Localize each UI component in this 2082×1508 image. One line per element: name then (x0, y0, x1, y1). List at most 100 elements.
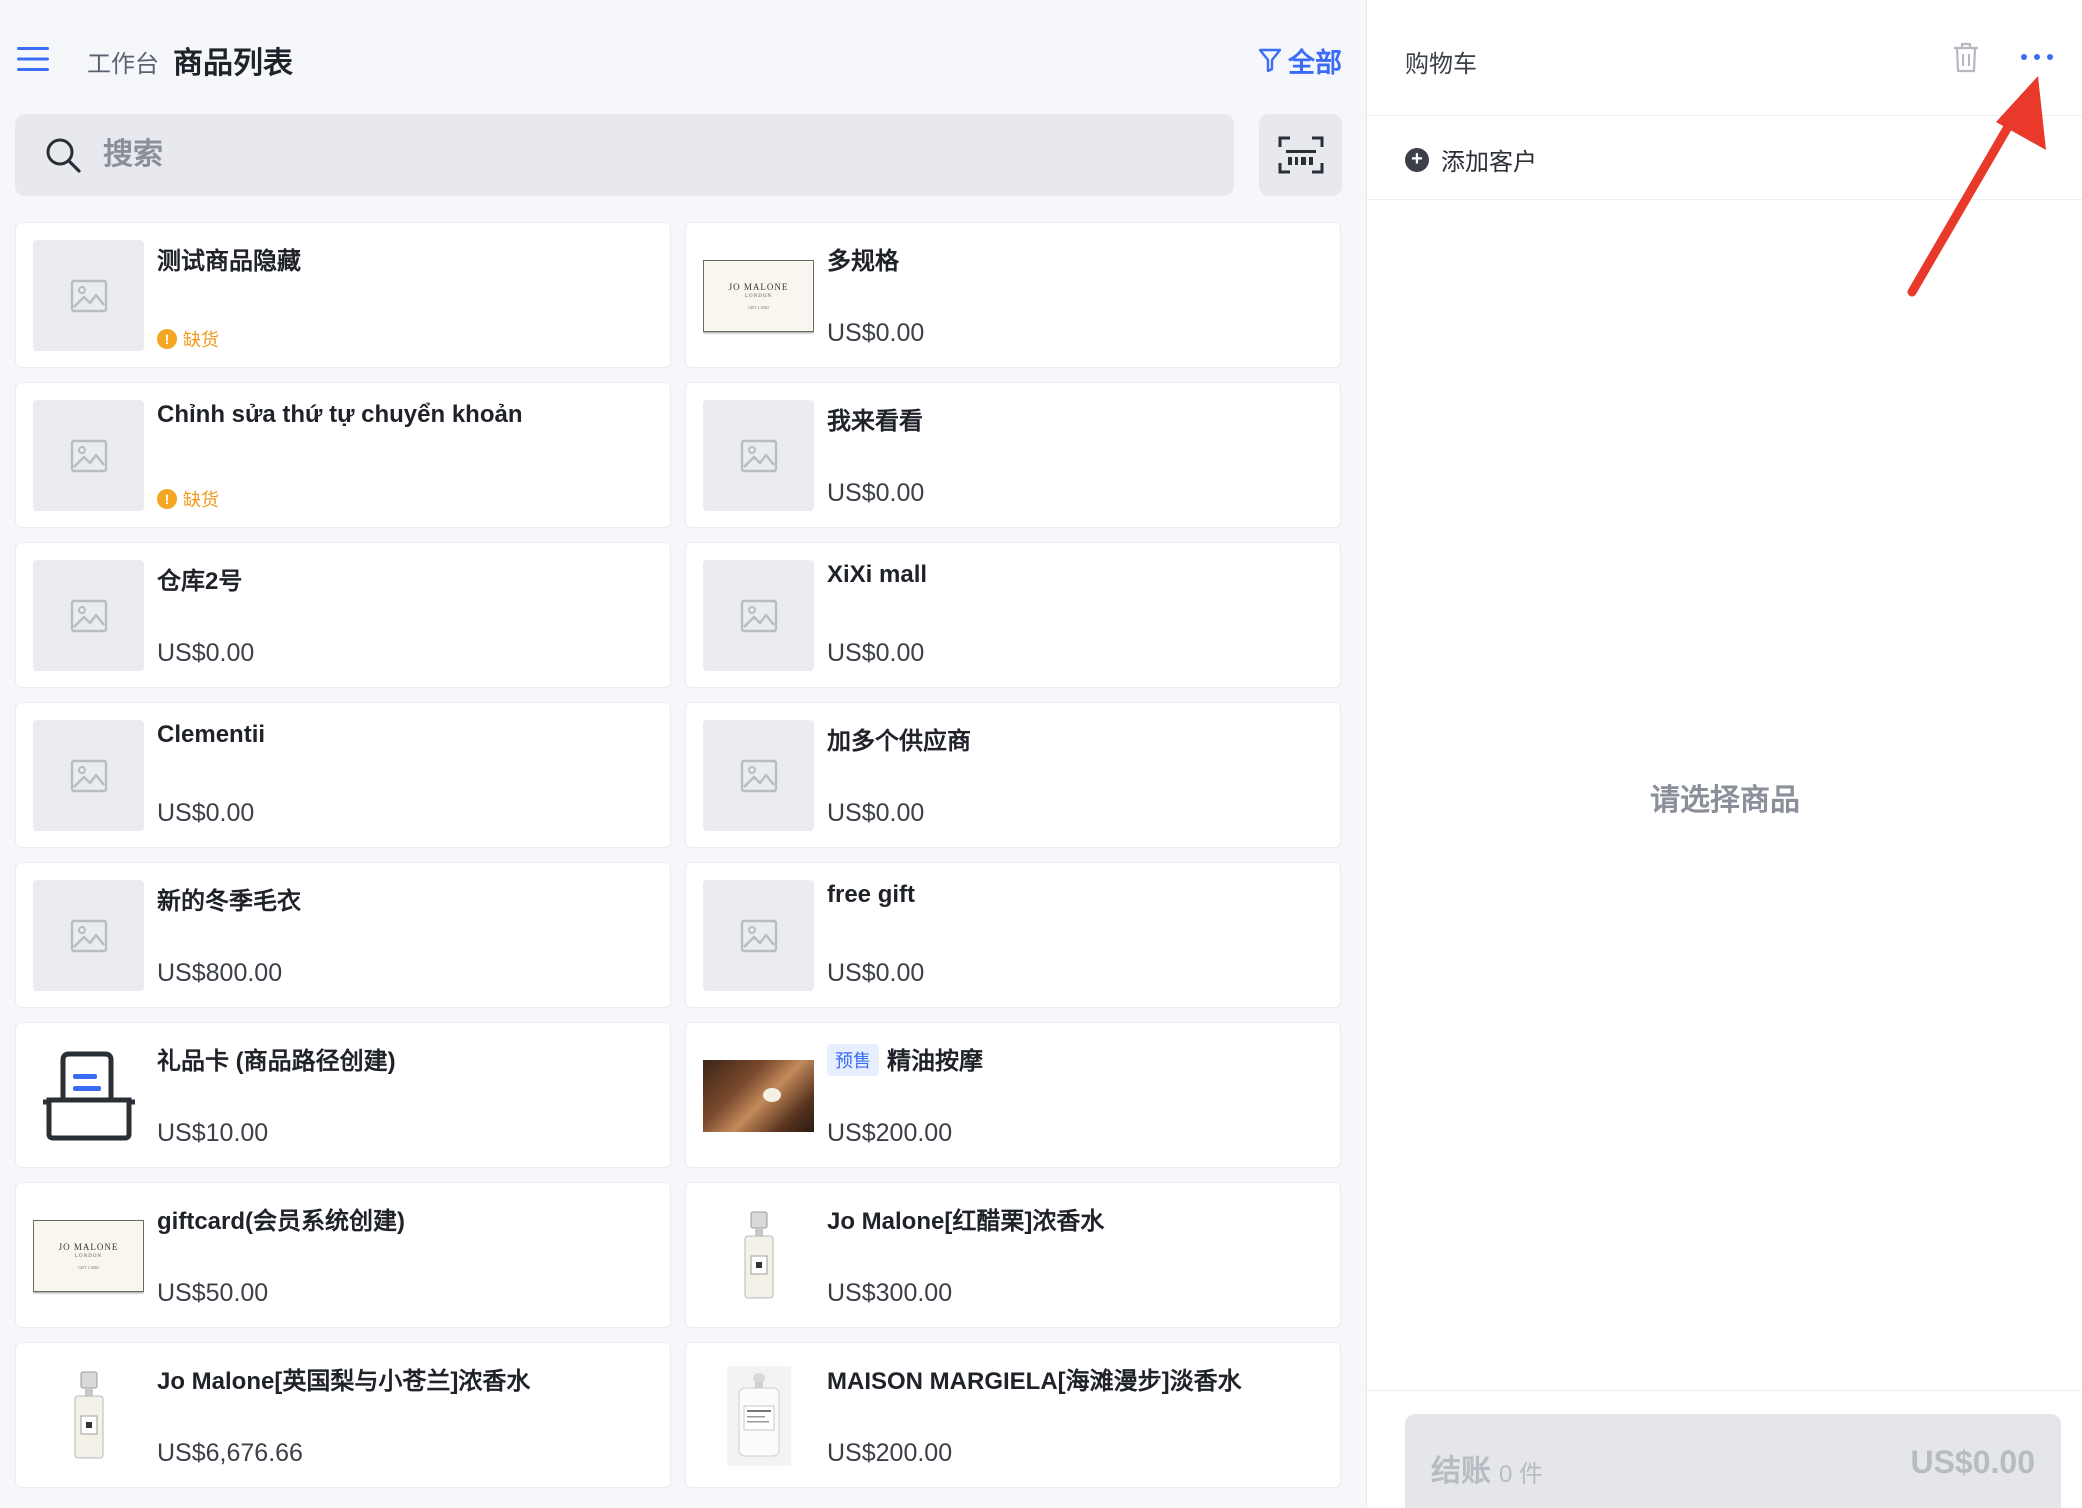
product-card[interactable]: Jo Malone[红醋栗]浓香水 US$300.00 (685, 1182, 1341, 1328)
search-icon (46, 138, 81, 173)
product-card[interactable]: Jo Malone[英国梨与小苍兰]浓香水 US$6,676.66 (15, 1342, 671, 1488)
checkout-item-count: 0 件 (1499, 1461, 1544, 1488)
page-title: 商品列表 (173, 47, 293, 80)
out-of-stock-badge: ! 缺货 (157, 486, 219, 512)
add-customer-label: 添加客户 (1441, 149, 1537, 176)
cart-empty-message: 请选择商品 (1650, 784, 1800, 817)
product-name: free gift (827, 881, 915, 909)
filter-icon (1258, 48, 1282, 73)
trash-icon[interactable] (1950, 40, 1982, 74)
product-image (703, 1360, 814, 1471)
product-card[interactable]: 预售 精油按摩 US$200.00 (685, 1022, 1341, 1168)
product-card[interactable]: 仓库2号 US$0.00 (15, 542, 671, 688)
filter-button[interactable]: 全部 (1258, 40, 1342, 80)
product-grid: 测试商品隐藏! 缺货 JO MALONE LONDON GIFT CARD 多规格 US$0… (15, 222, 1343, 1488)
product-card[interactable]: MAISON MARGIELA[海滩漫步]淡香水 US$200.00 (685, 1342, 1341, 1488)
product-image (703, 400, 814, 511)
product-image (33, 1040, 144, 1151)
product-card[interactable]: 新的冬季毛衣 US$800.00 (15, 862, 671, 1008)
product-price: US$0.00 (827, 799, 925, 827)
product-name-text: 多规格 (827, 248, 899, 275)
product-price: US$0.00 (157, 799, 255, 827)
product-card[interactable]: JO MALONE LONDON GIFT CARD giftcard(会员系统创建)… (15, 1182, 671, 1328)
image-placeholder-icon (70, 599, 107, 632)
product-price: US$6,676.66 (157, 1439, 303, 1467)
barcode-scan-button[interactable] (1259, 114, 1342, 196)
product-name-text: MAISON MARGIELA[海滩漫步]淡香水 (827, 1368, 1242, 1395)
checkout-button[interactable]: 结账 0 件 US$0.00 (1405, 1414, 2061, 1508)
product-price: US$0.00 (827, 319, 925, 347)
product-image (33, 720, 144, 831)
product-price: US$800.00 (157, 959, 283, 987)
cart-title: 购物车 (1405, 51, 1477, 78)
search-input[interactable] (101, 137, 1105, 173)
product-name-text: Jo Malone[英国梨与小苍兰]浓香水 (157, 1368, 531, 1395)
gift-card-icon (42, 1051, 135, 1140)
product-image (33, 1360, 144, 1471)
product-name-text: 精油按摩 (887, 1048, 983, 1075)
product-name: giftcard(会员系统创建) (157, 1201, 405, 1236)
more-options-icon[interactable] (2019, 48, 2055, 66)
product-card[interactable]: 加多个供应商 US$0.00 (685, 702, 1341, 848)
hamburger-menu-icon[interactable] (17, 44, 49, 74)
product-name: 礼品卡 (商品路径创建) (157, 1041, 396, 1076)
product-image: JO MALONE LONDON GIFT CARD (33, 1200, 144, 1311)
product-card[interactable]: free gift US$0.00 (685, 862, 1341, 1008)
product-price: US$50.00 (157, 1279, 269, 1307)
add-customer-button[interactable]: + 添加客户 (1405, 142, 1537, 177)
product-price: US$10.00 (157, 1119, 269, 1147)
product-name: Jo Malone[红醋栗]浓香水 (827, 1201, 1104, 1236)
product-image (33, 880, 144, 991)
cart-pane: 购物车 + 添加客户 请选择商品 结账 0 件 US$0.00 (1366, 0, 2082, 1508)
product-name-text: 礼品卡 (商品路径创建) (157, 1048, 396, 1075)
product-name: 新的冬季毛衣 (157, 881, 301, 916)
jo-malone-gift-box: JO MALONE LONDON GIFT CARD (703, 259, 814, 332)
search-bar[interactable] (15, 114, 1234, 196)
out-of-stock-badge: ! 缺货 (157, 326, 219, 352)
product-name: MAISON MARGIELA[海滩漫步]淡香水 (827, 1361, 1242, 1396)
product-card[interactable]: JO MALONE LONDON GIFT CARD 多规格 US$0.00 (685, 222, 1341, 368)
product-card[interactable]: 我来看看 US$0.00 (685, 382, 1341, 528)
perfume-bottle-icon (726, 1365, 791, 1466)
checkout-label: 结账 (1431, 1455, 1491, 1488)
product-price: US$0.00 (827, 959, 925, 987)
breadcrumb[interactable]: 工作台 (87, 44, 159, 79)
checkout-total: US$0.00 (1910, 1444, 2035, 1480)
presale-badge: 预售 (827, 1044, 879, 1076)
product-name: 仓库2号 (157, 561, 242, 596)
image-placeholder-icon (70, 919, 107, 952)
product-name: Jo Malone[英国梨与小苍兰]浓香水 (157, 1361, 530, 1396)
image-placeholder-icon (70, 439, 107, 472)
status-text: 缺货 (183, 490, 219, 510)
product-name: 预售 精油按摩 (827, 1041, 983, 1076)
product-name: 加多个供应商 (827, 721, 971, 756)
product-card[interactable]: Chỉnh sửa thứ tự chuyển khoản! 缺货 (15, 382, 671, 528)
product-image (703, 880, 814, 991)
jo-malone-gift-box: JO MALONE LONDON GIFT CARD (33, 1219, 144, 1292)
product-name-text: 仓库2号 (157, 568, 243, 595)
product-image (33, 560, 144, 671)
product-price: US$0.00 (827, 479, 925, 507)
product-price: US$0.00 (157, 639, 255, 667)
divider (1367, 199, 2082, 200)
product-name-text: 新的冬季毛衣 (157, 888, 301, 915)
product-image (33, 240, 144, 351)
image-placeholder-icon (740, 439, 777, 472)
product-card[interactable]: 测试商品隐藏! 缺货 (15, 222, 671, 368)
product-name: 多规格 (827, 241, 899, 276)
product-card[interactable]: XiXi mall US$0.00 (685, 542, 1341, 688)
product-name-text: free gift (827, 881, 916, 908)
product-name-text: 加多个供应商 (827, 728, 971, 755)
product-name-text: XiXi mall (827, 561, 928, 588)
product-image (703, 1040, 814, 1151)
product-name-text: Clementii (157, 721, 266, 748)
product-pane: 工作台 商品列表 全部 测试商品隐藏! 缺货 JO MALONELONDONGIFT… (0, 0, 1366, 1508)
product-name: XiXi mall (827, 561, 927, 589)
product-card[interactable]: 礼品卡 (商品路径创建) US$10.00 (15, 1022, 671, 1168)
image-placeholder-icon (70, 759, 107, 792)
filter-label: 全部 (1288, 47, 1342, 78)
product-image (33, 400, 144, 511)
image-placeholder-icon (740, 599, 777, 632)
warning-icon: ! (157, 489, 177, 509)
product-card[interactable]: Clementii US$0.00 (15, 702, 671, 848)
